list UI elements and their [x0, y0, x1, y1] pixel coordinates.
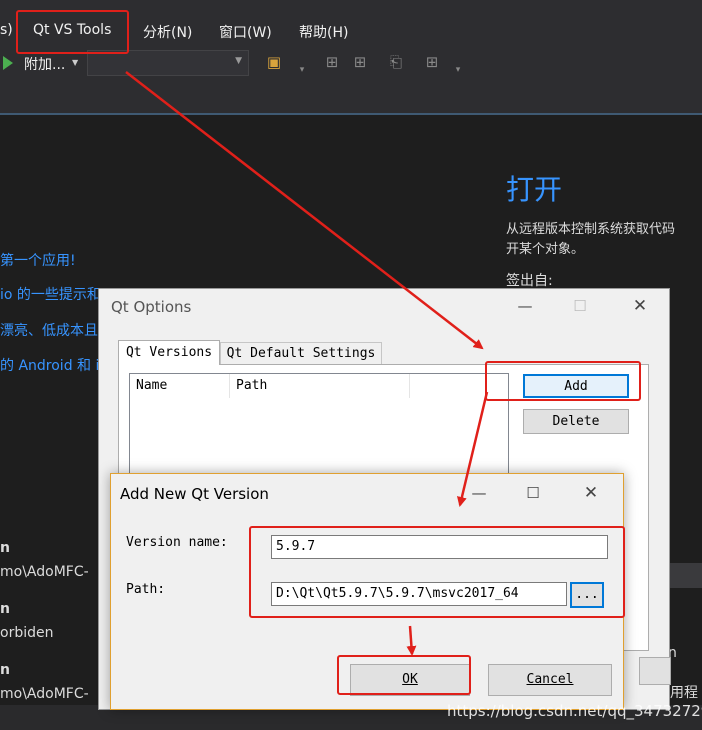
version-name-label: Version name:: [126, 535, 228, 550]
layout-icon[interactable]: ⊞: [350, 52, 370, 72]
layout-icon[interactable]: ⊞: [322, 52, 342, 72]
grid-icon[interactable]: ⊞: [422, 52, 442, 72]
open-description: 开某个对象。: [506, 242, 585, 257]
attach-button[interactable]: 附加...: [24, 54, 65, 74]
chevron-down-icon[interactable]: ▾: [448, 60, 468, 80]
tab-qt-versions[interactable]: Qt Versions: [118, 340, 220, 365]
recent-project-name[interactable]: n: [0, 540, 10, 556]
dialog-title: Qt Options: [111, 298, 192, 316]
annotation-box-ok: [337, 655, 471, 695]
checkout-label: 签出自:: [506, 273, 553, 289]
open-description: 从远程版本控制系统获取代码: [506, 222, 676, 237]
menu-item-analyze[interactable]: 分析(N): [143, 22, 192, 42]
minimize-icon[interactable]: —: [464, 482, 494, 504]
annotation-box-qt-vs-tools: [16, 10, 129, 54]
qt-versions-list[interactable]: Name Path: [129, 373, 509, 485]
dialog-title: Add New Qt Version: [120, 485, 269, 503]
dialog-button-partial[interactable]: [639, 657, 671, 685]
menu-item-help[interactable]: 帮助(H): [299, 22, 348, 42]
path-label: Path:: [126, 582, 166, 597]
annotation-box-add: [485, 361, 641, 401]
start-link[interactable]: io 的一些提示和: [0, 284, 101, 304]
close-icon[interactable]: ✕: [625, 295, 655, 317]
recent-project-path[interactable]: mo\AdoMFC-: [0, 564, 89, 580]
tab-qt-default-settings[interactable]: Qt Default Settings: [220, 342, 382, 365]
play-icon[interactable]: [3, 56, 13, 70]
watermark: https://blog.csdn.net/qq_34732729: [447, 702, 702, 720]
close-icon[interactable]: ✕: [576, 482, 606, 504]
find-in-files-icon[interactable]: ▣: [264, 52, 284, 72]
cancel-button-label: Cancel: [526, 672, 574, 687]
delete-button[interactable]: Delete: [523, 409, 629, 434]
open-heading: 打开: [506, 173, 563, 206]
maximize-icon: ☐: [573, 297, 587, 315]
cancel-button[interactable]: Cancel: [488, 664, 612, 696]
recent-project-name[interactable]: n: [0, 601, 10, 617]
start-link[interactable]: 漂亮、低成本且可: [0, 320, 112, 340]
chevron-down-icon[interactable]: ▾: [292, 60, 312, 80]
menu-item-window[interactable]: 窗口(W): [219, 22, 272, 42]
recent-project-path[interactable]: orbiden: [0, 625, 53, 641]
column-header-name[interactable]: Name: [130, 374, 230, 398]
minimize-icon[interactable]: —: [510, 295, 540, 317]
start-link[interactable]: 第一个应用!: [0, 250, 76, 270]
chevron-down-icon[interactable]: ▼: [72, 58, 78, 67]
recent-project-path[interactable]: mo\AdoMFC-: [0, 686, 89, 702]
maximize-icon[interactable]: ☐: [518, 482, 548, 504]
chevron-down-icon: ▼: [235, 56, 242, 66]
right-panel-text: 用程: [670, 685, 698, 701]
annotation-box-fields: [249, 526, 625, 618]
column-header-path[interactable]: Path: [230, 374, 410, 398]
start-link[interactable]: 的 Android 和 i: [0, 355, 99, 375]
recent-project-name[interactable]: n: [0, 662, 10, 678]
bookmark-icon[interactable]: ⎗: [386, 52, 406, 72]
menu-item-partial[interactable]: s): [0, 22, 13, 38]
